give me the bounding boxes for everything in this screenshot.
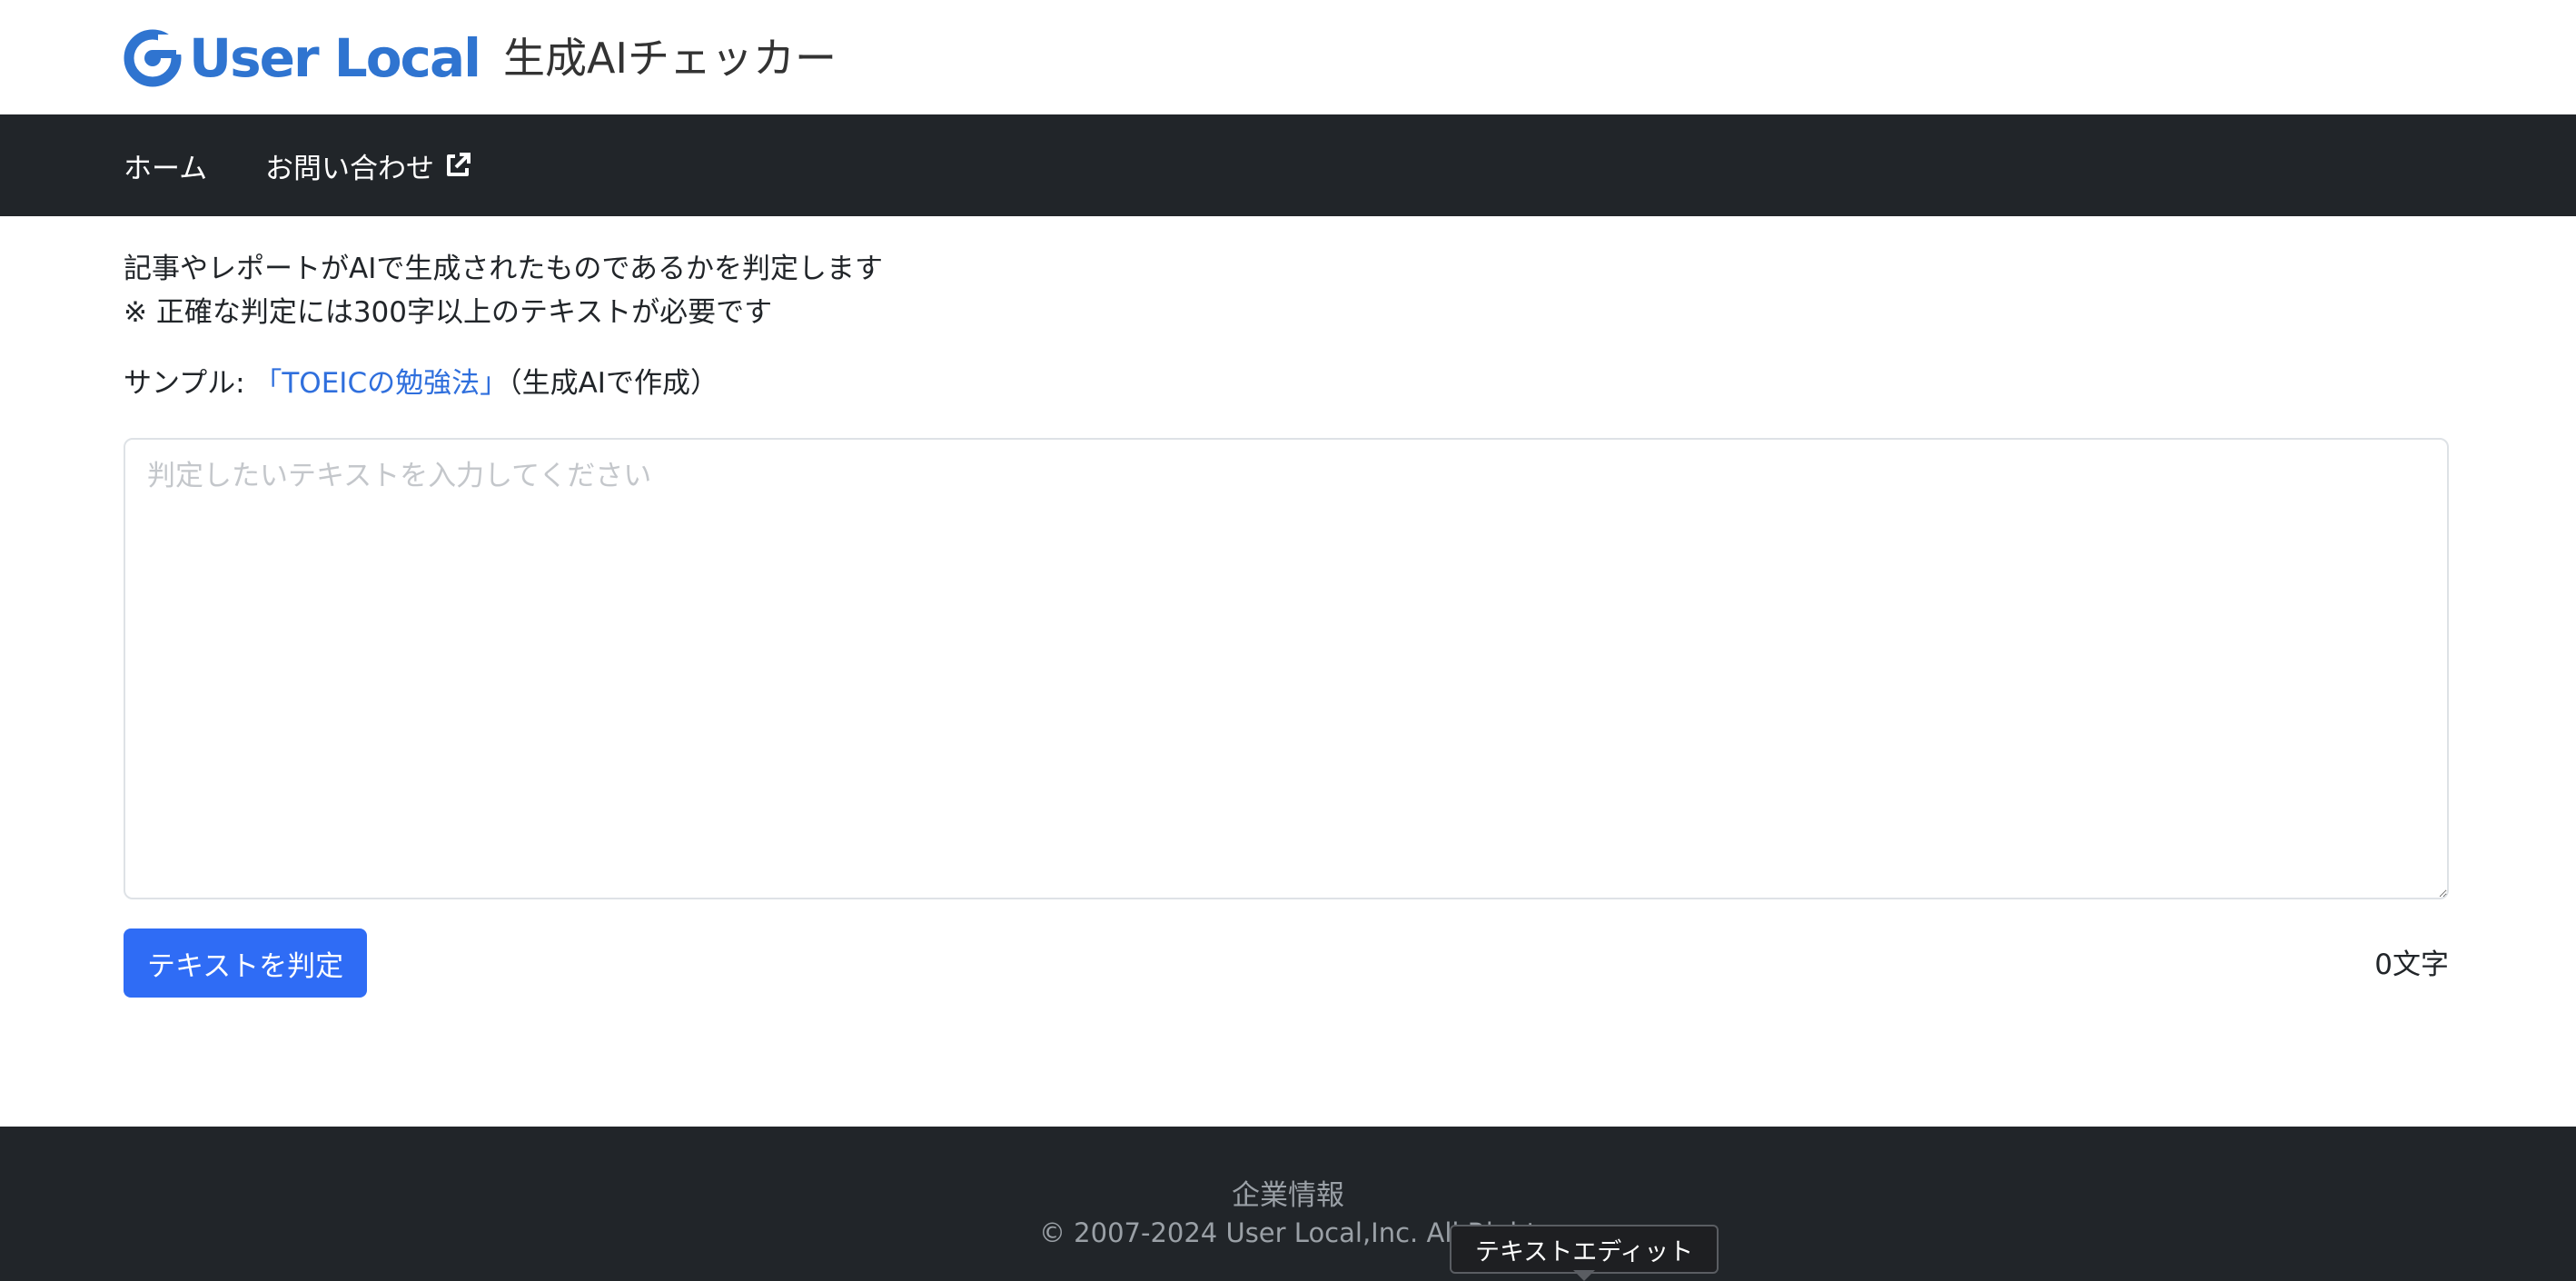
- sample-suffix: （生成AIで作成）: [508, 367, 718, 400]
- nav-contact-link[interactable]: お問い合わせ: [265, 114, 472, 216]
- external-link-icon: [443, 151, 472, 180]
- intro-line-1: 記事やレポートがAIで生成されたものであるかを判定します: [124, 253, 884, 285]
- logo-text: User Local: [189, 27, 481, 89]
- main-navbar: ホーム お問い合わせ: [0, 114, 2576, 216]
- intro-text: 記事やレポートがAIで生成されたものであるかを判定します ※ 正確な判定には30…: [124, 247, 883, 334]
- nav-home-label: ホーム: [124, 152, 208, 185]
- nav-contact-label: お問い合わせ: [265, 152, 434, 185]
- sample-prefix: サンプル:: [124, 367, 254, 400]
- user-local-logo[interactable]: User Local: [124, 22, 481, 94]
- site-header: User Local 生成AIチェッカー: [0, 0, 2576, 114]
- brand[interactable]: User Local 生成AIチェッカー: [124, 22, 837, 94]
- sample-line: サンプル: 「TOEICの勉強法」（生成AIで作成）: [124, 362, 718, 405]
- user-local-logo-icon: [124, 29, 182, 87]
- text-input-wrapper: [124, 438, 2449, 899]
- judge-text-button[interactable]: テキストを判定: [124, 928, 368, 998]
- tooltip-arrow: [1573, 1270, 1595, 1281]
- app-title: 生成AIチェッカー: [502, 34, 837, 83]
- intro-line-2: ※ 正確な判定には300字以上のテキストが必要です: [124, 296, 773, 329]
- char-count: 0文字: [2374, 948, 2449, 981]
- text-input[interactable]: [124, 438, 2449, 899]
- copyright-text: © 2007-2024 User Local,Inc. All Right: [1038, 1217, 1538, 1248]
- nav-home-link[interactable]: ホーム: [124, 114, 207, 216]
- tooltip: テキストエディット: [1450, 1225, 1719, 1274]
- company-info-link[interactable]: 企業情報: [0, 1172, 2576, 1213]
- sample-link[interactable]: 「TOEICの勉強法」: [253, 367, 508, 400]
- site-footer: 企業情報 © 2007-2024 User Local,Inc. All Rig…: [0, 1127, 2576, 1281]
